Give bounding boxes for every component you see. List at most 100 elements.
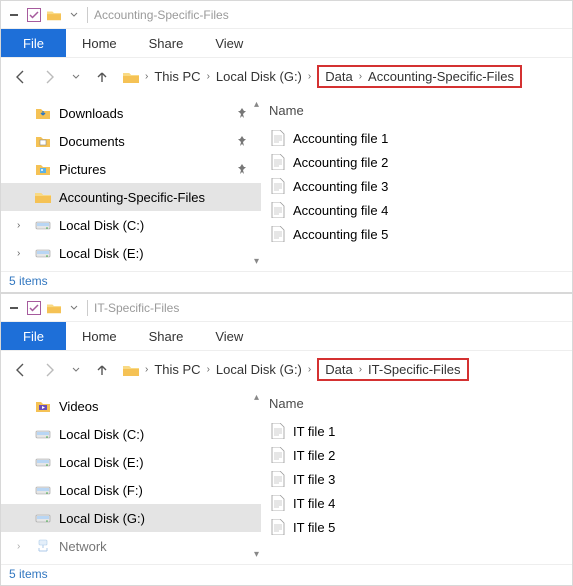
chevron-right-icon: › <box>145 364 148 375</box>
breadcrumb-seg[interactable]: Accounting-Specific-Files <box>368 69 514 84</box>
window-title: Accounting-Specific-Files <box>94 8 229 22</box>
file-icon <box>271 202 285 218</box>
scroll-up-icon[interactable]: ▴ <box>254 99 259 110</box>
expand-icon[interactable]: › <box>17 541 27 552</box>
breadcrumb-seg[interactable]: Data <box>325 362 352 377</box>
up-button[interactable] <box>93 361 111 379</box>
file-icon <box>271 519 285 535</box>
tree-item[interactable]: › Network <box>1 532 261 560</box>
forward-button[interactable] <box>41 361 59 379</box>
explorer-window: IT-Specific-Files File HomeShareView › Th… <box>0 293 573 586</box>
ribbon-tab[interactable]: View <box>199 322 259 350</box>
file-item[interactable]: IT file 4 <box>267 491 566 515</box>
file-icon <box>271 447 285 463</box>
pin-icon <box>237 108 247 118</box>
file-item[interactable]: Accounting file 4 <box>267 198 566 222</box>
ribbon-file-tab[interactable]: File <box>1 29 66 57</box>
ribbon-tab[interactable]: View <box>199 29 259 57</box>
ribbon-tab[interactable]: Home <box>66 322 133 350</box>
file-name: Accounting file 2 <box>293 155 388 170</box>
pin-icon <box>237 164 247 174</box>
tree-item[interactable]: › Local Disk (C:) <box>1 211 261 239</box>
forward-button[interactable] <box>41 68 59 86</box>
disk-icon <box>35 454 51 470</box>
chevron-right-icon: › <box>145 71 148 82</box>
column-header-name[interactable]: Name <box>267 99 566 126</box>
properties-checkbox-icon[interactable] <box>27 8 41 22</box>
properties-checkbox-icon[interactable] <box>27 301 41 315</box>
file-item[interactable]: Accounting file 1 <box>267 126 566 150</box>
column-header-name[interactable]: Name <box>267 392 566 419</box>
nav-tree[interactable]: Downloads Documents Pictures Accounting-… <box>1 95 261 271</box>
divider <box>87 7 88 23</box>
expand-icon[interactable]: › <box>17 248 27 259</box>
ribbon-tab[interactable]: Share <box>133 29 200 57</box>
file-name: IT file 3 <box>293 472 335 487</box>
tree-item[interactable]: Pictures <box>1 155 261 183</box>
file-item[interactable]: IT file 1 <box>267 419 566 443</box>
documents-icon <box>35 133 51 149</box>
file-name: IT file 4 <box>293 496 335 511</box>
tree-label: Network <box>59 539 107 554</box>
history-dropdown-icon[interactable] <box>71 68 81 86</box>
tree-item[interactable]: Local Disk (G:) <box>1 504 261 532</box>
explorer-window: Accounting-Specific-Files File HomeShare… <box>0 0 573 293</box>
breadcrumb-seg[interactable]: IT-Specific-Files <box>368 362 460 377</box>
scroll-up-icon[interactable]: ▴ <box>254 392 259 403</box>
breadcrumb[interactable]: ›This PC›Local Disk (G:)›Data›Accounting… <box>123 65 522 88</box>
breadcrumb-seg[interactable]: This PC <box>154 69 200 84</box>
qat-dropdown-icon[interactable] <box>67 301 81 315</box>
history-dropdown-icon[interactable] <box>71 361 81 379</box>
body: Videos Local Disk (C:) Local Disk (E:) L… <box>1 388 572 564</box>
file-list[interactable]: Name Accounting file 1 Accounting file 2… <box>261 95 572 271</box>
expand-icon[interactable]: › <box>17 220 27 231</box>
nav-bar: ›This PC›Local Disk (G:)›Data›Accounting… <box>1 57 572 95</box>
ribbon-file-tab[interactable]: File <box>1 322 66 350</box>
tree-item[interactable]: Videos <box>1 392 261 420</box>
status-bar: 5 items <box>1 564 572 585</box>
file-item[interactable]: Accounting file 3 <box>267 174 566 198</box>
breadcrumb[interactable]: ›This PC›Local Disk (G:)›Data›IT-Specifi… <box>123 358 469 381</box>
file-item[interactable]: IT file 2 <box>267 443 566 467</box>
qat-dropdown-icon[interactable] <box>67 8 81 22</box>
file-name: IT file 2 <box>293 448 335 463</box>
back-button[interactable] <box>11 68 29 86</box>
file-item[interactable]: IT file 3 <box>267 467 566 491</box>
breadcrumb-seg[interactable]: Local Disk (G:) <box>216 362 302 377</box>
file-item[interactable]: Accounting file 2 <box>267 150 566 174</box>
status-bar: 5 items <box>1 271 572 292</box>
app-menu-icon[interactable] <box>7 301 21 315</box>
scroll-down-icon[interactable]: ▾ <box>254 256 259 267</box>
tree-label: Local Disk (C:) <box>59 427 144 442</box>
file-name: Accounting file 5 <box>293 227 388 242</box>
ribbon-tab[interactable]: Home <box>66 29 133 57</box>
folder-icon <box>123 71 139 83</box>
tree-item[interactable]: Documents <box>1 127 261 155</box>
back-button[interactable] <box>11 361 29 379</box>
ribbon-tab[interactable]: Share <box>133 322 200 350</box>
tree-item[interactable]: › Local Disk (E:) <box>1 239 261 267</box>
tree-item[interactable]: Local Disk (C:) <box>1 420 261 448</box>
breadcrumb-seg[interactable]: Data <box>325 69 352 84</box>
up-button[interactable] <box>93 68 111 86</box>
file-item[interactable]: Accounting file 5 <box>267 222 566 246</box>
chevron-right-icon: › <box>308 364 311 375</box>
nav-tree[interactable]: Videos Local Disk (C:) Local Disk (E:) L… <box>1 388 261 564</box>
tree-label: Documents <box>59 134 125 149</box>
disk-icon <box>35 510 51 526</box>
ribbon: File HomeShareView <box>1 29 572 57</box>
file-icon <box>271 154 285 170</box>
breadcrumb-seg[interactable]: Local Disk (G:) <box>216 69 302 84</box>
tree-item[interactable]: Downloads <box>1 99 261 127</box>
tree-label: Local Disk (C:) <box>59 218 144 233</box>
chevron-right-icon: › <box>359 71 362 82</box>
tree-item[interactable]: Accounting-Specific-Files <box>1 183 261 211</box>
ribbon: File HomeShareView <box>1 322 572 350</box>
breadcrumb-seg[interactable]: This PC <box>154 362 200 377</box>
app-menu-icon[interactable] <box>7 8 21 22</box>
tree-item[interactable]: Local Disk (F:) <box>1 476 261 504</box>
file-item[interactable]: IT file 5 <box>267 515 566 539</box>
disk-icon <box>35 426 51 442</box>
file-list[interactable]: Name IT file 1 IT file 2 IT file 3 IT fi… <box>261 388 572 564</box>
tree-item[interactable]: Local Disk (E:) <box>1 448 261 476</box>
